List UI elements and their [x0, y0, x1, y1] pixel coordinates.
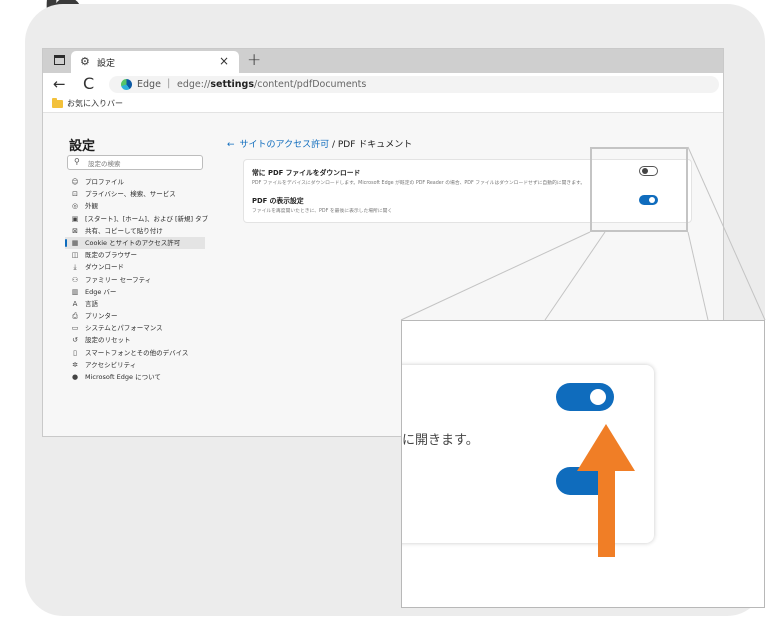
zoom-panel: に開きます。 [401, 320, 765, 608]
up-arrow-icon [577, 424, 635, 557]
